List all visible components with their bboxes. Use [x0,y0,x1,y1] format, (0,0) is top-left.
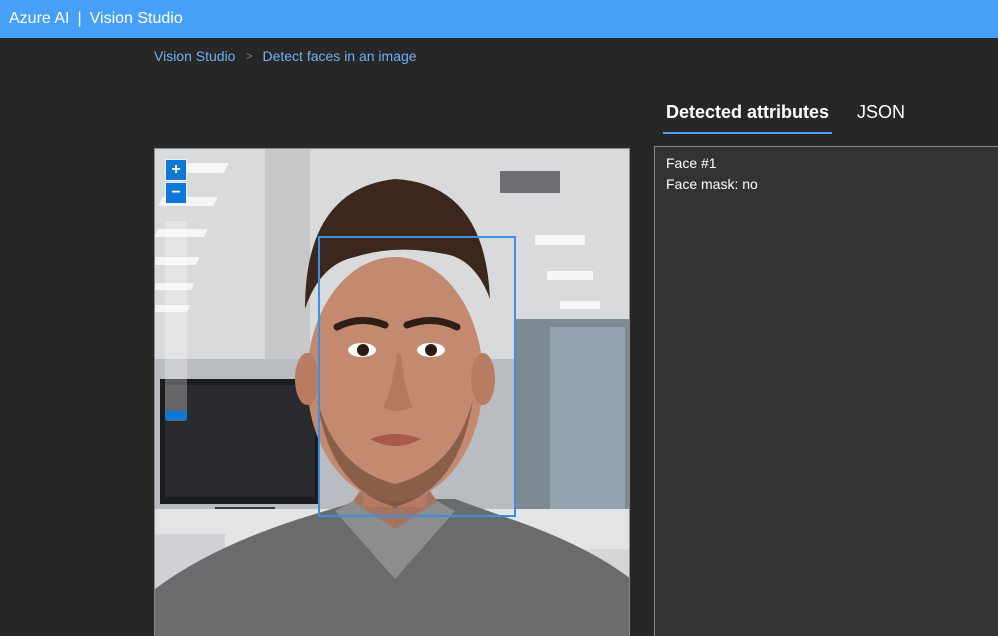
breadcrumb: Vision Studio > Detect faces in an image [154,48,417,64]
face-mask-attribute: Face mask: no [666,176,758,192]
brand-name[interactable]: Azure AI [9,10,69,28]
product-name[interactable]: Vision Studio [90,10,183,28]
zoom-out-button[interactable]: − [165,182,187,204]
breadcrumb-chevron-icon: > [245,49,253,63]
attributes-panel: Face #1 Face mask: no [654,146,998,636]
zoom-in-button[interactable]: + [165,159,187,181]
image-viewer[interactable]: + − [154,148,630,636]
top-bar: Azure AI | Vision Studio [0,0,998,38]
zoom-slider-track[interactable] [165,221,187,421]
face-bounding-box[interactable] [318,236,516,517]
result-tabs: Detected attributes JSON [663,98,908,134]
tab-detected-attributes[interactable]: Detected attributes [663,98,833,134]
zoom-slider-handle[interactable] [165,411,187,420]
breadcrumb-home-link[interactable]: Vision Studio [154,48,235,64]
title-separator: | [77,10,82,27]
breadcrumb-current-link[interactable]: Detect faces in an image [262,48,416,64]
face-label: Face #1 [666,155,717,171]
tab-json[interactable]: JSON [854,98,908,132]
